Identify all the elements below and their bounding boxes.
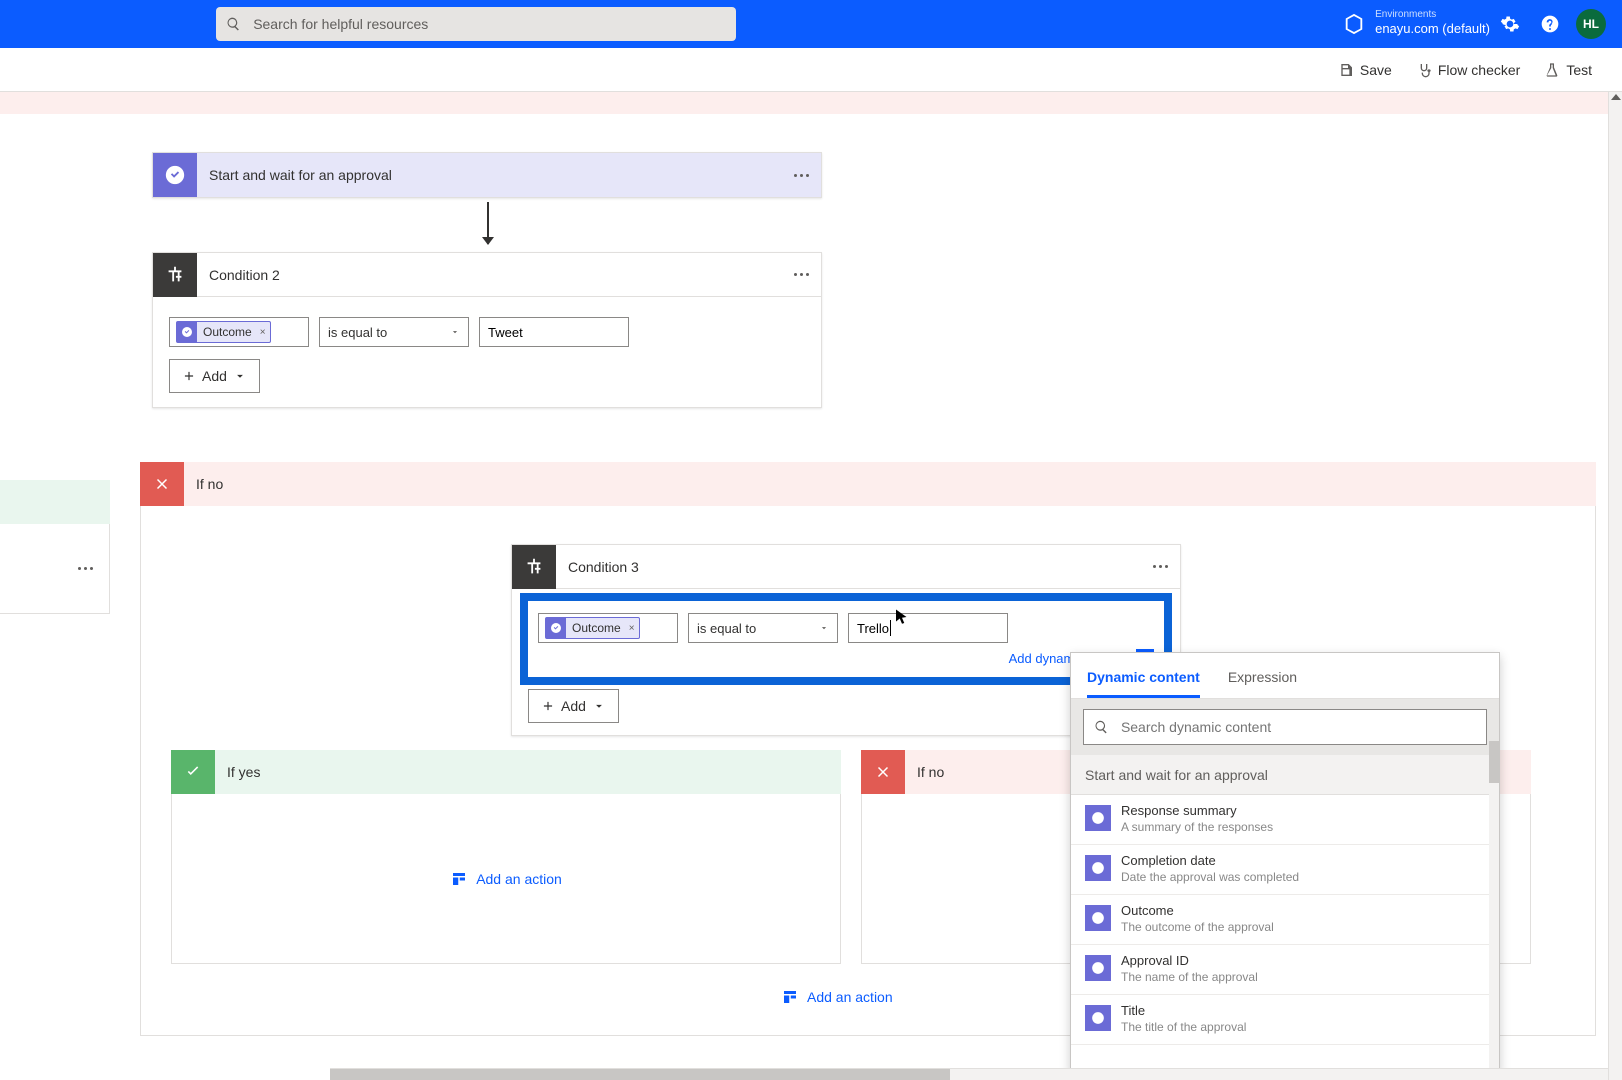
remove-token-icon[interactable]: ×: [625, 623, 639, 634]
beaker-icon: [1544, 62, 1560, 78]
connector-arrow: [487, 202, 489, 244]
chevron-down-icon: [819, 623, 829, 633]
horizontal-scrollbar[interactable]: [330, 1068, 1608, 1080]
question-icon: [1540, 14, 1560, 34]
global-search[interactable]: [216, 7, 736, 41]
plus-icon: [182, 369, 196, 383]
condition-icon: [153, 253, 197, 297]
approval-more-menu[interactable]: [794, 174, 809, 177]
condition-2-add-button[interactable]: Add: [169, 359, 260, 393]
condition-3-add-button[interactable]: Add: [528, 689, 619, 723]
chevron-down-icon: [233, 369, 247, 383]
environments-label: Environments: [1375, 10, 1490, 20]
condition-2-operator[interactable]: is equal to: [319, 317, 469, 347]
branch-if-yes-inner: If yes Add an action: [171, 750, 841, 964]
top-bar: Environments enayu.com (default) HL: [0, 0, 1622, 48]
check-icon: [171, 750, 215, 794]
condition-3-more-menu[interactable]: [1153, 565, 1168, 568]
condition-3-operator[interactable]: is equal to: [688, 613, 838, 643]
search-icon: [1094, 719, 1109, 735]
gear-icon: [1500, 14, 1520, 34]
remove-token-icon[interactable]: ×: [256, 327, 270, 338]
approval-icon: [181, 326, 193, 338]
popover-scrollbar[interactable]: [1489, 741, 1499, 1071]
add-action-button[interactable]: Add an action: [781, 988, 893, 1006]
list-item[interactable]: TitleThe title of the approval: [1071, 995, 1499, 1045]
add-action-icon: [450, 870, 468, 888]
x-icon: [861, 750, 905, 794]
list-item[interactable]: Response summaryA summary of the respons…: [1071, 795, 1499, 845]
dynamic-content-popover: Dynamic content Expression Start and wai…: [1070, 652, 1500, 1072]
more-menu[interactable]: [78, 567, 93, 570]
search-icon: [226, 16, 241, 32]
settings-button[interactable]: [1490, 14, 1530, 34]
condition-2-value[interactable]: Tweet: [479, 317, 629, 347]
branch-if-yes-peek: [0, 480, 110, 614]
dynamic-search[interactable]: [1083, 709, 1487, 745]
approval-icon: [153, 153, 197, 197]
condition-3-title: Condition 3: [568, 559, 1153, 575]
save-button[interactable]: Save: [1338, 62, 1392, 78]
list-item[interactable]: Approval IDThe name of the approval: [1071, 945, 1499, 995]
environment-name: enayu.com (default): [1375, 21, 1490, 36]
tab-expression[interactable]: Expression: [1228, 669, 1297, 698]
add-action-button[interactable]: Add an action: [450, 870, 562, 888]
approval-card[interactable]: Start and wait for an approval: [152, 152, 822, 198]
plus-icon: [541, 699, 555, 713]
vertical-scrollbar[interactable]: [1608, 92, 1622, 1080]
test-button[interactable]: Test: [1544, 62, 1592, 78]
approval-title: Start and wait for an approval: [209, 167, 794, 183]
stethoscope-icon: [1416, 62, 1432, 78]
chevron-down-icon: [592, 699, 606, 713]
canvas-header-strip: [0, 92, 1608, 114]
outcome-token[interactable]: Outcome ×: [176, 321, 271, 343]
global-search-input[interactable]: [251, 15, 726, 33]
ifno-label: If no: [196, 476, 223, 492]
user-avatar[interactable]: HL: [1576, 9, 1606, 39]
outcome-token[interactable]: Outcome ×: [545, 617, 640, 639]
condition-2-more-menu[interactable]: [794, 273, 809, 276]
help-button[interactable]: [1530, 14, 1570, 34]
condition-2-card[interactable]: Condition 2 Outcome × is equal to Tweet: [152, 252, 822, 408]
condition-3-value[interactable]: Trello: [848, 613, 1008, 643]
flow-canvas[interactable]: Start and wait for an approval Condition…: [0, 92, 1622, 1080]
command-bar: Save Flow checker Test: [0, 48, 1622, 92]
condition-icon: [512, 545, 556, 589]
condition-2-left-operand[interactable]: Outcome ×: [169, 317, 309, 347]
tab-dynamic-content[interactable]: Dynamic content: [1087, 669, 1200, 698]
dynamic-search-input[interactable]: [1119, 718, 1476, 736]
ifno-label: If no: [917, 764, 944, 780]
ifyes-label: If yes: [227, 764, 260, 780]
environment-picker[interactable]: Environments enayu.com (default): [1343, 10, 1490, 38]
list-item[interactable]: OutcomeThe outcome of the approval: [1071, 895, 1499, 945]
save-icon: [1338, 62, 1354, 78]
list-item[interactable]: Completion dateDate the approval was com…: [1071, 845, 1499, 895]
add-action-icon: [781, 988, 799, 1006]
x-icon: [140, 462, 184, 506]
chevron-down-icon: [450, 327, 460, 337]
condition-3-left-operand[interactable]: Outcome ×: [538, 613, 678, 643]
environment-icon: [1343, 13, 1365, 35]
approval-icon: [550, 622, 562, 634]
condition-2-title: Condition 2: [209, 267, 794, 283]
popover-section-header: Start and wait for an approval: [1071, 755, 1499, 795]
flow-checker-button[interactable]: Flow checker: [1416, 62, 1520, 78]
